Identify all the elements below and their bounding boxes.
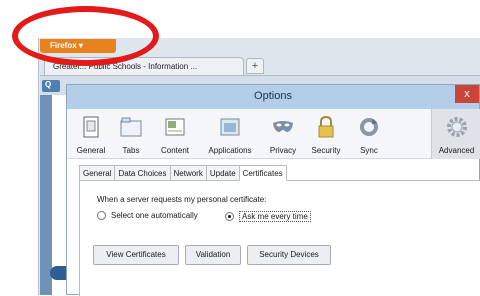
general-icon	[83, 116, 99, 138]
advanced-subtabs: General Data Choices Network Update Cert…	[79, 165, 287, 181]
close-button[interactable]: x	[455, 85, 479, 103]
certificate-prompt: When a server requests my personal certi…	[97, 195, 267, 204]
tabs-icon	[120, 117, 142, 137]
applications-icon	[220, 118, 240, 136]
security-devices-button[interactable]: Security Devices	[247, 245, 331, 265]
pane-content[interactable]: Content	[153, 109, 197, 159]
subtab-general[interactable]: General	[79, 165, 115, 181]
dialog-title: Options	[254, 90, 292, 102]
radio-select-automatically[interactable]: Select one automatically	[97, 211, 198, 220]
sidebar-knob[interactable]	[50, 266, 66, 280]
privacy-mask-icon	[273, 121, 293, 132]
preference-panes: General Tabs Content Applications Privac…	[67, 109, 480, 159]
pane-applications[interactable]: Applications	[201, 109, 259, 159]
validation-button[interactable]: Validation	[185, 245, 241, 265]
pane-label: Applications	[208, 146, 252, 155]
sync-icon	[360, 118, 378, 136]
view-certificates-button[interactable]: View Certificates	[93, 245, 179, 265]
pane-security[interactable]: Security	[305, 109, 347, 159]
pane-label: Security	[311, 146, 341, 155]
new-tab-button[interactable]: +	[246, 58, 264, 74]
pane-label: Advanced	[438, 146, 475, 155]
pane-label: Content	[160, 146, 190, 155]
dialog-titlebar: Options x	[67, 85, 479, 109]
pane-label: General	[76, 146, 106, 155]
sidebar-strip	[40, 95, 66, 295]
pane-label: Sync	[360, 146, 378, 155]
subtab-network[interactable]: Network	[169, 165, 206, 181]
subtab-data-choices[interactable]: Data Choices	[114, 165, 170, 181]
pane-sync[interactable]: Sync	[351, 109, 387, 159]
pane-advanced[interactable]: Advanced	[431, 109, 480, 159]
radio-button[interactable]	[97, 211, 106, 220]
pane-label: Tabs	[122, 146, 140, 155]
pane-tabs[interactable]: Tabs	[113, 109, 149, 159]
pane-privacy[interactable]: Privacy	[263, 109, 303, 159]
pane-general[interactable]: General	[71, 109, 111, 159]
content-icon	[165, 118, 185, 136]
subtab-update[interactable]: Update	[205, 165, 239, 181]
pane-label: Privacy	[269, 146, 297, 155]
radio-button[interactable]	[225, 212, 234, 221]
radio-ask-every-time[interactable]: Ask me every time	[225, 211, 311, 222]
subtab-certificates[interactable]: Certificates	[238, 165, 287, 181]
sidebar-button[interactable]: Q	[42, 80, 60, 92]
options-dialog: Options x General Tabs Content Applicati…	[66, 84, 480, 296]
gear-icon	[446, 117, 467, 137]
lock-icon	[318, 115, 334, 138]
highlight-ring	[12, 6, 159, 66]
radio-label: Select one automatically	[111, 211, 198, 220]
radio-label: Ask me every time	[239, 211, 311, 222]
